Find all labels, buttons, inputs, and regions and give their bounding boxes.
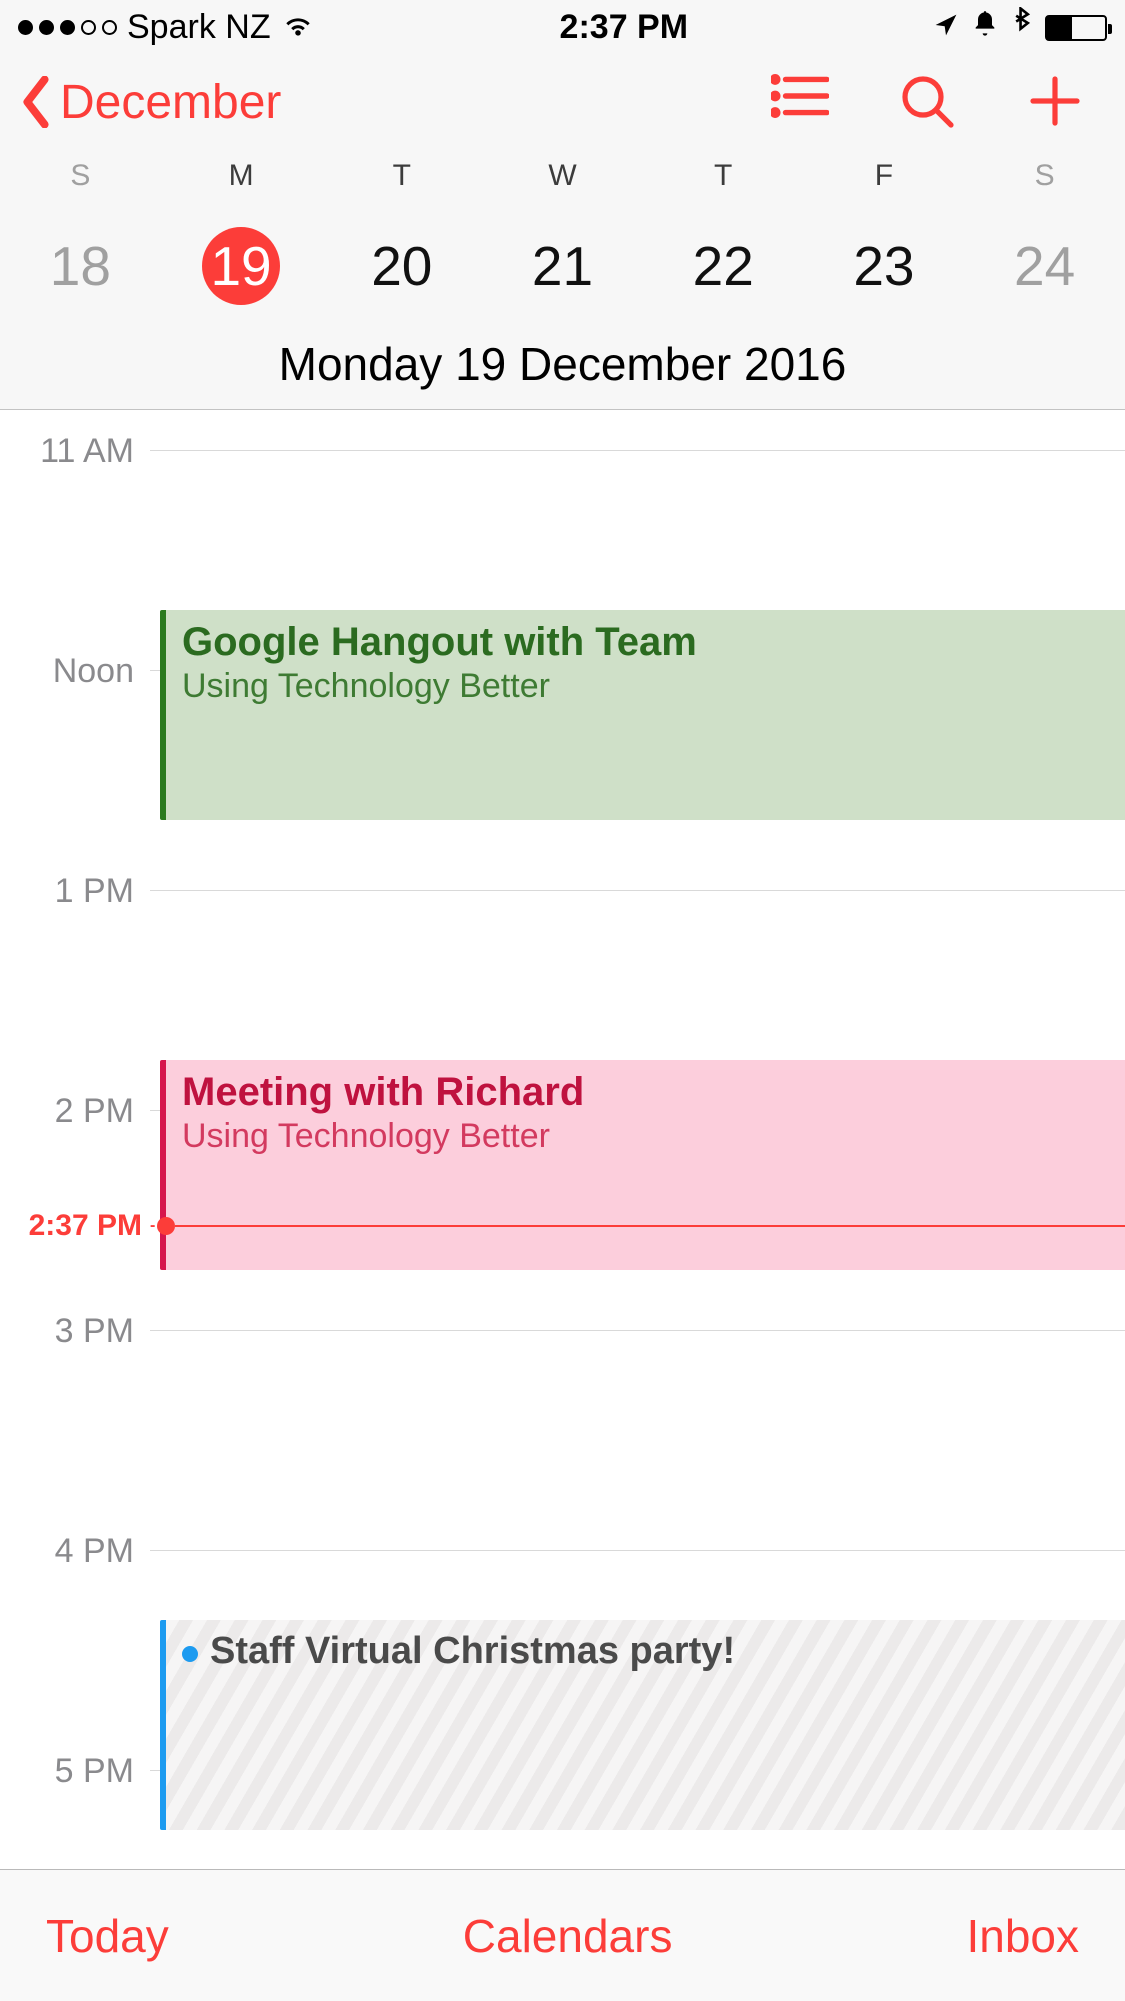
weekday-label: F — [804, 159, 965, 193]
weekday-label: S — [0, 159, 161, 193]
statusbar-time: 2:37 PM — [560, 8, 689, 47]
event-dot-icon — [182, 1646, 198, 1662]
hour-label: 1 PM — [0, 872, 150, 911]
hour-label: 4 PM — [0, 1532, 150, 1571]
hour-row: 3 PM — [0, 1330, 1125, 1369]
day-cell[interactable]: 19 — [161, 227, 322, 305]
back-label: December — [60, 75, 281, 130]
status-bar: Spark NZ 2:37 PM — [0, 0, 1125, 55]
weekday-label: W — [482, 159, 643, 193]
hour-label: 5 PM — [0, 1752, 150, 1791]
calendar-event[interactable]: Staff Virtual Christmas party! — [160, 1620, 1125, 1830]
bottom-toolbar: Today Calendars Inbox — [0, 1869, 1125, 2001]
list-view-icon[interactable] — [771, 73, 829, 131]
hour-label: 3 PM — [0, 1312, 150, 1351]
carrier-label: Spark NZ — [127, 8, 271, 47]
calendar-event[interactable]: Google Hangout with TeamUsing Technology… — [160, 610, 1125, 820]
day-cell[interactable]: 18 — [0, 227, 161, 305]
event-subtitle: Using Technology Better — [182, 1117, 1109, 1156]
full-date-label: Monday 19 December 2016 — [0, 315, 1125, 410]
weekday-label: T — [643, 159, 804, 193]
wifi-icon — [281, 8, 315, 47]
week-strip: SMTWTFS 18192021222324 — [0, 141, 1125, 315]
current-time-indicator: 2:37 PM- — [0, 1209, 1125, 1243]
hour-label: 2 PM — [0, 1092, 150, 1131]
battery-icon — [1045, 15, 1107, 41]
weekday-label: S — [964, 159, 1125, 193]
day-cell[interactable]: 23 — [804, 227, 965, 305]
day-cell[interactable]: 24 — [964, 227, 1125, 305]
nav-header: December — [0, 55, 1125, 141]
add-icon[interactable] — [1027, 73, 1085, 131]
hour-label: 11 AM — [0, 432, 150, 471]
now-label: 2:37 PM — [0, 1209, 148, 1243]
hour-label: Noon — [0, 652, 150, 691]
chevron-left-icon — [18, 76, 54, 128]
alarm-icon — [971, 8, 999, 47]
event-title: Google Hangout with Team — [182, 620, 1109, 665]
hour-row: 1 PM — [0, 890, 1125, 929]
weekday-label: T — [321, 159, 482, 193]
search-icon[interactable] — [899, 73, 957, 131]
event-subtitle: Using Technology Better — [182, 667, 1109, 706]
inbox-button[interactable]: Inbox — [966, 1909, 1079, 1963]
day-cell[interactable]: 22 — [643, 227, 804, 305]
hour-row: 11 AM — [0, 450, 1125, 489]
event-title: Staff Virtual Christmas party! — [210, 1630, 735, 1673]
signal-strength-icon — [18, 20, 117, 35]
weekday-label: M — [161, 159, 322, 193]
day-cell[interactable]: 20 — [321, 227, 482, 305]
event-title: Meeting with Richard — [182, 1070, 1109, 1115]
calendars-button[interactable]: Calendars — [463, 1909, 673, 1963]
back-button[interactable]: December — [18, 75, 281, 130]
location-icon — [933, 8, 959, 47]
bluetooth-icon — [1011, 7, 1033, 48]
day-timeline[interactable]: 11 AMNoon1 PM2 PM3 PM4 PM5 PM6 PM7 PM8 P… — [0, 410, 1125, 1869]
today-button[interactable]: Today — [46, 1909, 169, 1963]
now-dot-icon — [157, 1217, 175, 1235]
hour-row: 4 PM — [0, 1550, 1125, 1589]
day-cell[interactable]: 21 — [482, 227, 643, 305]
